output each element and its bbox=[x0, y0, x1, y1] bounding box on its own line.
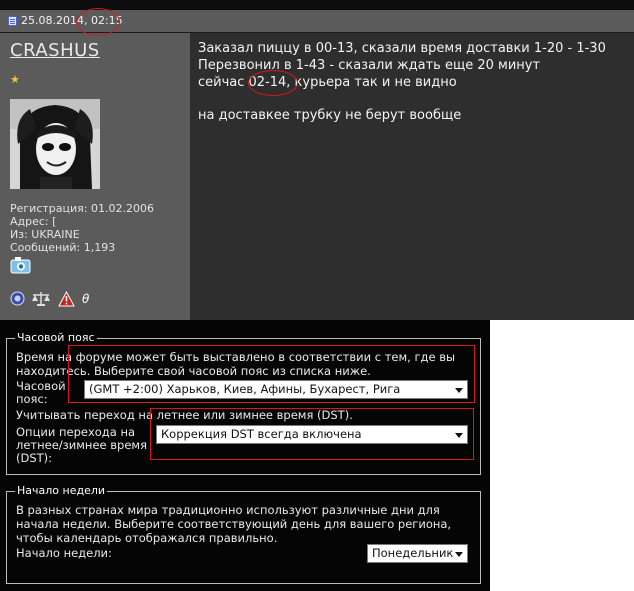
week-start-description: начала недели. Выберите соответствующий … bbox=[16, 517, 452, 531]
week-start-label: Начало недели: bbox=[16, 546, 112, 560]
warning-icon[interactable] bbox=[58, 290, 75, 311]
timezone-label: пояс: bbox=[16, 392, 48, 406]
timezone-fieldset: Часовой пояс Время на форуме может быть … bbox=[6, 331, 481, 475]
message-line: Перезвонил в 1-43 - сказали ждать еще 20… bbox=[198, 58, 541, 73]
timezone-description: находитесь. Выберите свой часовой пояс и… bbox=[16, 364, 371, 378]
timezone-label: Часовой bbox=[16, 379, 66, 393]
chevron-down-icon bbox=[455, 388, 463, 393]
message-line: Заказал пиццу в 00-13, сказали время дос… bbox=[198, 41, 606, 56]
camera-icon[interactable] bbox=[10, 256, 32, 274]
chevron-down-icon bbox=[455, 433, 463, 438]
week-start-fieldset: Начало недели В разных странах мира трад… bbox=[6, 484, 481, 584]
timezone-legend: Часовой пояс bbox=[15, 331, 97, 345]
post-date: 25.08.2014, 02:15 bbox=[21, 14, 123, 27]
dst-note: Учитывать переход на летнее или зимнее в… bbox=[16, 408, 353, 422]
user-address: Адрес: [ bbox=[10, 215, 57, 228]
user-panel: CRASHUS ★ Регистрация: 01.02.2006 Адрес:… bbox=[0, 33, 190, 320]
message-line: на доставкее трубку не берут вообще bbox=[198, 108, 462, 123]
dst-label: (DST): bbox=[16, 451, 53, 465]
week-start-selected-value: Понедельник bbox=[372, 546, 454, 560]
timezone-selected-value: (GMT +2:00) Харьков, Киев, Афины, Бухаре… bbox=[89, 382, 401, 396]
user-registration: Регистрация: 01.02.2006 bbox=[10, 202, 154, 215]
username-link[interactable]: CRASHUS bbox=[10, 40, 100, 61]
online-status-icon[interactable] bbox=[10, 291, 25, 310]
user-info: Регистрация: 01.02.2006 Адрес: [ Из: UKR… bbox=[10, 202, 154, 254]
week-start-description: чтобы календарь отображался правильно. bbox=[16, 531, 278, 545]
forum-post: 25.08.2014, 02:15 CRASHUS ★ Регистрация:… bbox=[0, 0, 634, 320]
week-start-select[interactable]: Понедельник bbox=[367, 544, 468, 563]
user-messages: Сообщений: 1,193 bbox=[10, 241, 116, 254]
screenshot-root: 25.08.2014, 02:15 CRASHUS ★ Регистрация:… bbox=[0, 0, 634, 591]
dst-label: летнее/зимнее время bbox=[16, 438, 148, 452]
star-icon: ★ bbox=[10, 73, 20, 86]
avatar bbox=[10, 99, 100, 189]
post-message: Заказал пиццу в 00-13, сказали время дос… bbox=[198, 40, 628, 124]
settings-panel: Часовой пояс Время на форуме может быть … bbox=[0, 320, 490, 591]
week-start-legend: Начало недели bbox=[15, 484, 108, 498]
dst-select[interactable]: Коррекция DST всегда включена bbox=[156, 425, 468, 444]
user-from: Из: UKRAINE bbox=[10, 228, 80, 241]
post-document-icon bbox=[8, 16, 17, 26]
post-header: 25.08.2014, 02:15 bbox=[0, 10, 634, 33]
timezone-description: Время на форуме может быть выставлено в … bbox=[16, 350, 456, 364]
scales-icon[interactable] bbox=[31, 291, 51, 311]
message-line: сейчас 02-14, курьера так и не видно bbox=[198, 75, 457, 90]
badge-glyph-icon: θ bbox=[82, 292, 90, 306]
timezone-select[interactable]: (GMT +2:00) Харьков, Киев, Афины, Бухаре… bbox=[84, 380, 468, 399]
dst-selected-value: Коррекция DST всегда включена bbox=[161, 427, 362, 441]
post-top-bar bbox=[0, 0, 634, 10]
dst-label: Опции перехода на bbox=[16, 425, 136, 439]
chevron-down-icon bbox=[455, 552, 463, 557]
week-start-description: В разных странах мира традиционно исполь… bbox=[16, 503, 440, 517]
